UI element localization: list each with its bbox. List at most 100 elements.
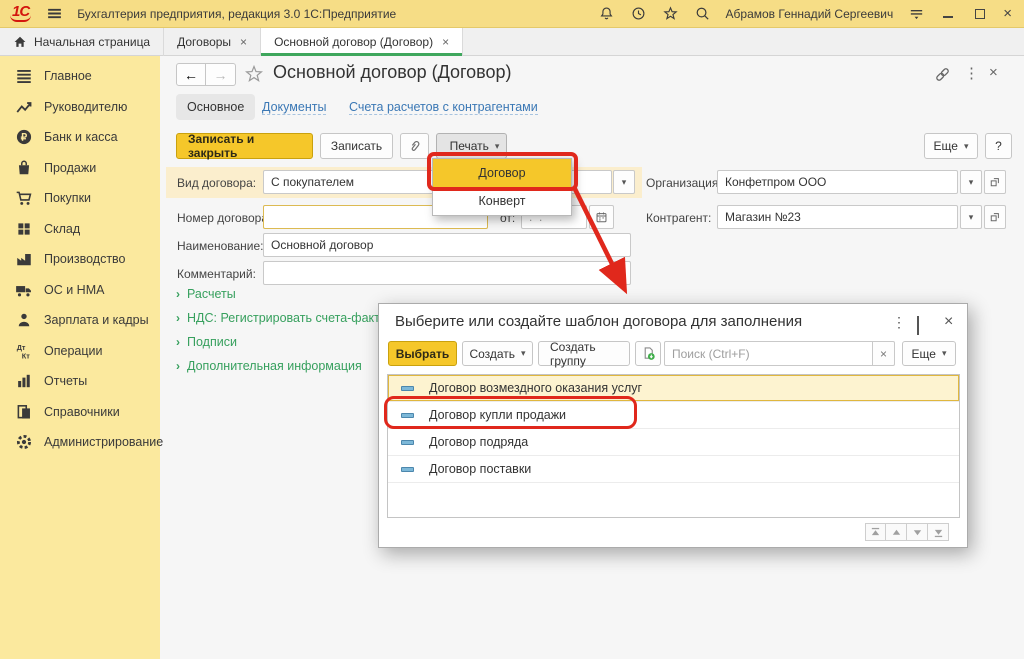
tab-contracts[interactable]: Договоры × <box>164 28 261 56</box>
section-additional-info[interactable]: › Дополнительная информация <box>176 359 362 373</box>
template-row-sale[interactable]: Договор купли продажи <box>388 402 959 429</box>
move-to-top-button[interactable] <box>865 523 886 541</box>
sidebar-item-purchases[interactable]: Покупки <box>0 183 160 214</box>
template-row-services[interactable]: Договор возмездного оказания услуг <box>388 375 959 402</box>
list-item-dash-icon <box>401 386 414 391</box>
sidebar-item-operations[interactable]: ДтКт Операции <box>0 336 160 367</box>
save-and-close-button[interactable]: Записать и закрыть <box>176 133 313 159</box>
section-label: Расчеты <box>187 287 236 301</box>
sidebar-item-directories[interactable]: Справочники <box>0 397 160 428</box>
calendar-picker-button[interactable] <box>589 205 614 229</box>
sidebar-label: Администрирование <box>44 435 163 449</box>
tab-contracts-close-icon[interactable]: × <box>240 35 247 49</box>
template-row-label: Договор возмездного оказания услуг <box>429 381 642 395</box>
form-close-icon[interactable]: × <box>989 64 998 81</box>
template-select-dialog: Выберите или создайте шаблон договора дл… <box>378 303 968 548</box>
organization-dropdown-button[interactable]: ▾ <box>960 170 982 194</box>
forward-button[interactable]: → <box>206 63 236 86</box>
organization-open-button[interactable] <box>984 170 1006 194</box>
window-close-icon[interactable]: × <box>1003 8 1012 20</box>
sidebar-item-production[interactable]: Производство <box>0 244 160 275</box>
tab-main-contract[interactable]: Основной договор (Договор) × <box>261 28 463 56</box>
move-to-bottom-button[interactable] <box>928 523 949 541</box>
view-tab-settlement-accounts[interactable]: Счета расчетов с контрагентами <box>349 100 538 115</box>
contractor-dropdown-button[interactable]: ▾ <box>960 205 982 229</box>
list-nav-buttons <box>865 523 949 541</box>
save-button[interactable]: Записать <box>320 133 393 159</box>
view-tab-documents[interactable]: Документы <box>262 100 326 115</box>
organization-input[interactable]: Конфетпром ООО <box>717 170 958 194</box>
favorite-star-icon[interactable] <box>244 64 264 89</box>
caret-down-icon: ▾ <box>964 141 969 152</box>
move-down-button[interactable] <box>907 523 928 541</box>
contractor-open-button[interactable] <box>984 205 1006 229</box>
dialog-kebab-icon[interactable]: ⋮ <box>892 314 906 331</box>
form-more-kebab-icon[interactable]: ⋮ <box>964 64 979 82</box>
list-item-dash-icon <box>401 440 414 445</box>
sidebar-item-main[interactable]: Главное <box>0 61 160 92</box>
print-button[interactable]: Печать ▾ <box>436 133 507 159</box>
move-up-button[interactable] <box>886 523 907 541</box>
sidebar-label: Справочники <box>44 405 120 419</box>
truck-icon <box>15 281 33 299</box>
sidebar-item-bank-cash[interactable]: ₽ Банк и касса <box>0 122 160 153</box>
sidebar-item-manager[interactable]: Руководителю <box>0 92 160 123</box>
template-row-contractor-work[interactable]: Договор подряда <box>388 429 959 456</box>
sidebar-label: Операции <box>44 344 102 358</box>
sidebar-item-salary-hr[interactable]: Зарплата и кадры <box>0 305 160 336</box>
sidebar-item-sales[interactable]: Продажи <box>0 153 160 184</box>
shopping-bag-icon <box>15 159 33 177</box>
sidebar-label: Отчеты <box>44 374 87 388</box>
section-vat[interactable]: › НДС: Регистрировать счета-факту <box>176 311 386 325</box>
calendar-icon <box>595 211 608 224</box>
dialog-search-clear-button[interactable]: × <box>873 341 895 366</box>
dialog-create-button[interactable]: Создать ▾ <box>462 341 533 366</box>
template-row-supply[interactable]: Договор поставки <box>388 456 959 483</box>
window-maximize-icon[interactable] <box>971 5 989 23</box>
caret-down-icon: ▾ <box>942 348 947 359</box>
service-settings-icon[interactable] <box>907 5 925 23</box>
sidebar-item-administration[interactable]: Администрирование <box>0 427 160 458</box>
tab-main-contract-close-icon[interactable]: × <box>442 35 449 49</box>
current-user-name[interactable]: Абрамов Геннадий Сергеевич <box>726 7 894 21</box>
sidebar-label: ОС и НМА <box>44 283 104 297</box>
dialog-load-template-button[interactable] <box>635 341 661 366</box>
section-settlements[interactable]: › Расчеты <box>176 287 236 301</box>
history-icon[interactable] <box>630 5 648 23</box>
dialog-search-input[interactable] <box>664 341 873 366</box>
dialog-create-group-button[interactable]: Создать группу <box>538 341 630 366</box>
tab-home[interactable]: Начальная страница <box>0 28 164 56</box>
forward-arrow-icon: → <box>214 67 228 83</box>
comment-label: Комментарий: <box>177 267 256 281</box>
print-menu-item-contract[interactable]: Договор <box>433 159 571 187</box>
list-item-dash-icon <box>401 467 414 472</box>
dialog-maximize-icon[interactable] <box>917 317 919 335</box>
contractor-label: Контрагент: <box>646 211 711 225</box>
more-label: Еще <box>912 347 936 361</box>
sidebar-item-warehouse[interactable]: Склад <box>0 214 160 245</box>
dialog-more-button[interactable]: Еще ▾ <box>902 341 956 366</box>
help-button[interactable]: ? <box>985 133 1012 159</box>
dialog-select-button[interactable]: Выбрать <box>388 341 457 366</box>
form-more-button[interactable]: Еще ▾ <box>924 133 978 159</box>
search-icon[interactable] <box>694 5 712 23</box>
get-link-icon[interactable] <box>934 66 951 87</box>
contractor-input[interactable]: Магазин №23 <box>717 205 958 229</box>
contract-kind-dropdown-button[interactable]: ▾ <box>613 170 635 194</box>
hamburger-menu-icon[interactable] <box>45 5 63 23</box>
sidebar-item-reports[interactable]: Отчеты <box>0 366 160 397</box>
name-input[interactable]: Основной договор <box>263 233 631 257</box>
dialog-close-icon[interactable]: × <box>944 313 953 331</box>
create-label: Создать <box>469 347 515 361</box>
comment-input[interactable] <box>263 261 631 285</box>
template-row-label: Договор подряда <box>429 435 528 449</box>
notifications-bell-icon[interactable] <box>598 5 616 23</box>
window-minimize-icon[interactable] <box>939 5 957 23</box>
print-menu-item-envelope[interactable]: Конверт <box>433 187 571 215</box>
back-button[interactable]: ← <box>176 63 206 86</box>
section-signatures[interactable]: › Подписи <box>176 335 237 349</box>
attachments-button[interactable] <box>400 133 429 159</box>
sidebar-item-fixed-assets[interactable]: ОС и НМА <box>0 275 160 306</box>
view-tab-general[interactable]: Основное <box>176 94 255 120</box>
favorites-star-icon[interactable] <box>662 5 680 23</box>
